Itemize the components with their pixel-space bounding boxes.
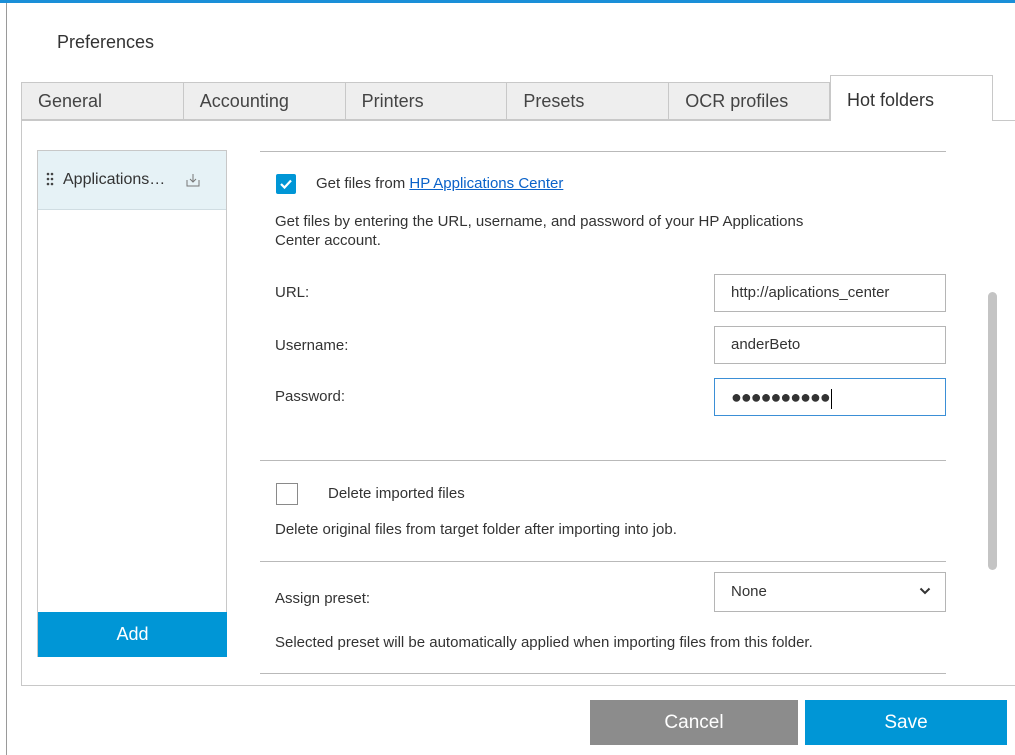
tab-general[interactable]: General <box>21 82 183 120</box>
checkmark-icon <box>280 179 292 190</box>
add-button[interactable]: Add <box>38 612 227 657</box>
chevron-down-icon <box>919 587 931 595</box>
assign-preset-description: Selected preset will be automatically ap… <box>275 634 813 651</box>
tab-bar: General Accounting Printers Presets OCR … <box>21 82 830 120</box>
cancel-button[interactable]: Cancel <box>590 700 798 745</box>
tab-printers[interactable]: Printers <box>344 82 507 120</box>
tab-ocr-profiles[interactable]: OCR profiles <box>668 82 830 120</box>
panel-border <box>993 120 1015 121</box>
url-label: URL: <box>275 284 310 301</box>
get-files-label: Get files from HP Applications Center <box>316 175 563 192</box>
get-files-description-line1: Get files by entering the URL, username,… <box>275 213 804 230</box>
get-files-prefix: Get files from <box>316 175 406 192</box>
hot-folder-list: Applications… <box>37 150 227 657</box>
preset-select[interactable]: None <box>714 572 946 612</box>
url-field[interactable]: http://aplications_center <box>714 274 946 312</box>
assign-preset-label: Assign preset: <box>275 590 371 607</box>
get-files-description-line2: Center account. <box>275 232 381 249</box>
tab-hot-folders[interactable]: Hot folders <box>830 75 993 121</box>
text-caret <box>830 389 832 410</box>
window-left-border <box>6 3 7 755</box>
scrollbar-thumb[interactable] <box>988 292 997 570</box>
save-button[interactable]: Save <box>805 700 1007 745</box>
password-label: Password: <box>275 388 346 405</box>
divider <box>260 151 946 152</box>
dialog-title: Preferences <box>57 32 155 52</box>
import-icon <box>186 174 200 187</box>
window-top-accent <box>0 0 1015 3</box>
get-files-checkbox[interactable] <box>276 174 296 194</box>
divider <box>260 561 946 562</box>
list-item-label: Applications… <box>63 171 166 188</box>
tab-accounting[interactable]: Accounting <box>182 82 345 120</box>
password-mask: ●●●●●●●●●● <box>731 387 831 407</box>
delete-imported-files-checkbox[interactable] <box>276 483 298 505</box>
username-label: Username: <box>275 337 349 354</box>
list-item[interactable]: Applications… <box>38 151 226 210</box>
hp-applications-center-link[interactable]: HP Applications Center <box>409 175 563 192</box>
divider <box>260 673 946 674</box>
divider <box>260 460 946 461</box>
delete-imported-files-label: Delete imported files <box>328 485 465 502</box>
password-field[interactable]: ●●●●●●●●●● <box>714 378 946 416</box>
delete-imported-files-description: Delete original files from target folder… <box>275 521 677 538</box>
preset-select-value: None <box>731 583 767 600</box>
tab-presets[interactable]: Presets <box>506 82 669 120</box>
drag-handle-icon[interactable] <box>46 172 54 186</box>
username-field[interactable]: anderBeto <box>714 326 946 364</box>
